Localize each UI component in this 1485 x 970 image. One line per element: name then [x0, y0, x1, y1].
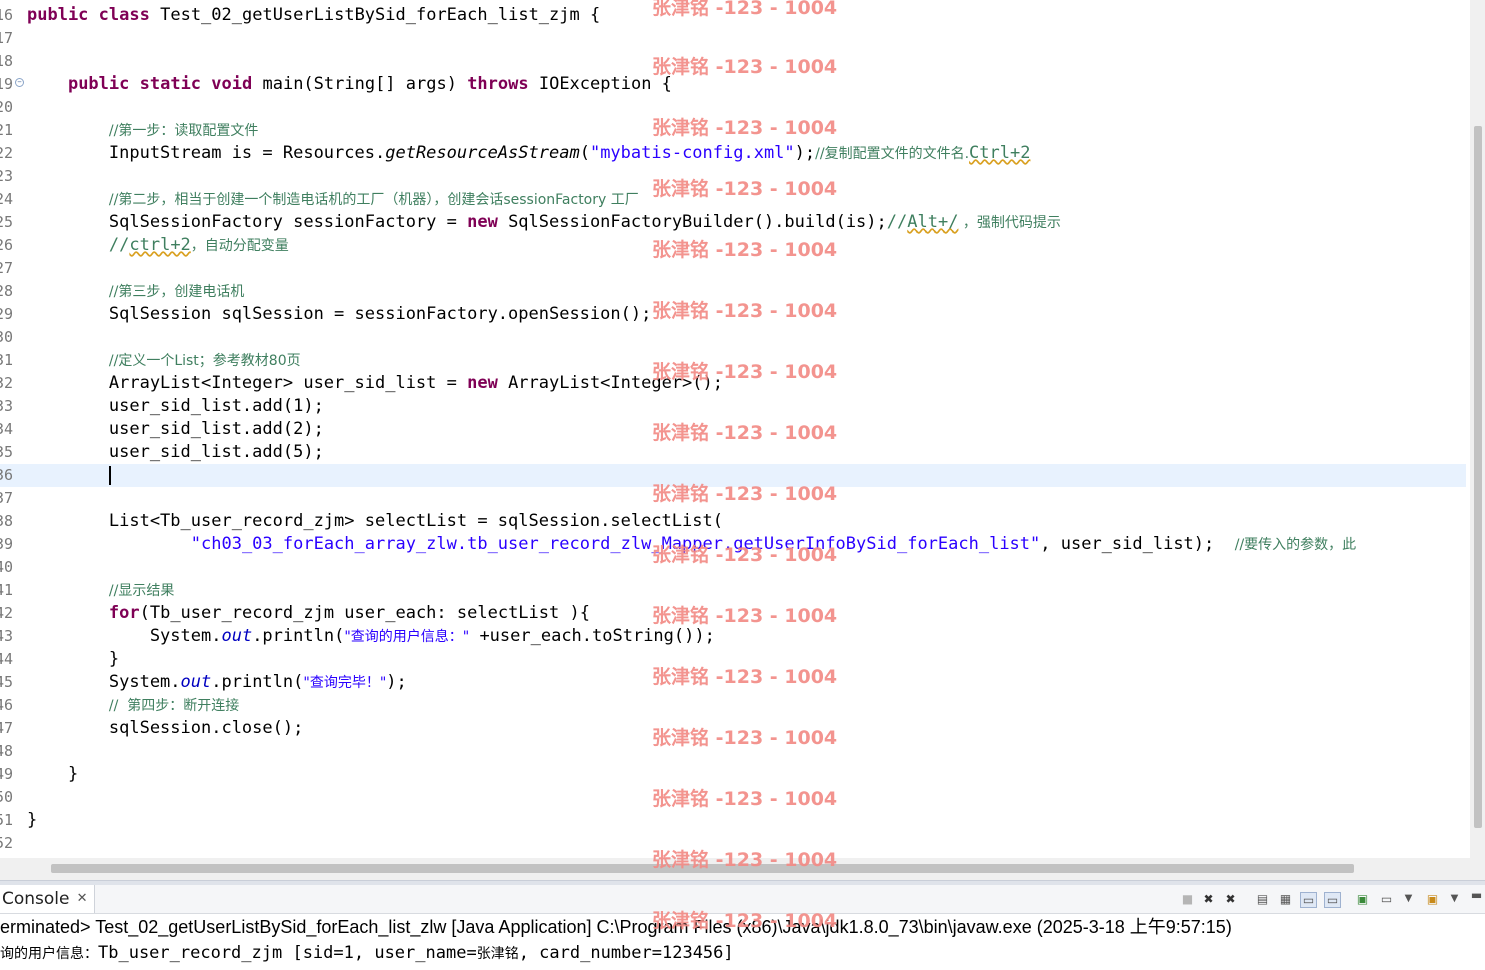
code-line: 47 sqlSession.close();: [0, 718, 304, 738]
code-line: 50: [0, 788, 13, 806]
code-line: 32 ArrayList<Integer> user_sid_list = ne…: [0, 373, 723, 393]
display-console-icon[interactable]: ▭: [1379, 892, 1394, 906]
code-line: 29 SqlSession sqlSession = sessionFactor…: [0, 304, 652, 324]
code-line: 27: [0, 259, 13, 277]
code-line: 49 }: [0, 764, 79, 784]
horizontal-scrollbar-thumb[interactable]: [51, 864, 1354, 873]
word-wrap-icon[interactable]: ▭: [1300, 892, 1317, 908]
code-line: 21 //第一步：读取配置文件: [0, 121, 259, 139]
console-tab-label: Console: [2, 889, 70, 909]
code-comment: // 第四步：断开连接: [108, 698, 240, 714]
code-line: 40: [0, 558, 13, 576]
string-literal: "查询完毕！": [303, 675, 387, 691]
code-line: 33 user_sid_list.add(1);: [0, 396, 324, 416]
code-editor[interactable]: 16 public class Test_02_getUserListBySid…: [0, 0, 1470, 858]
string-literal: "查询的用户信息：": [344, 629, 470, 645]
console-output-area[interactable]: erminated> Test_02_getUserListBySid_forE…: [0, 914, 1485, 970]
code-comment: //复制配置文件的文件名.: [815, 146, 970, 162]
pin-console-icon[interactable]: ▣: [1355, 892, 1370, 906]
code-line: 38 List<Tb_user_record_zjm> selectList =…: [0, 511, 723, 531]
code-line: 45 System.out.println("查询完毕！");: [0, 672, 407, 692]
code-line: 22 InputStream is = Resources.getResourc…: [0, 143, 1031, 163]
code-line: 34 user_sid_list.add(2);: [0, 419, 324, 439]
chevron-down-icon[interactable]: ▼: [1401, 892, 1416, 906]
string-literal: "ch03_03_forEach_array_zlw.tb_user_recor…: [190, 534, 1041, 554]
code-line: 26 //ctrl+2，自动分配变量: [0, 235, 289, 255]
code-line: 52: [0, 834, 13, 852]
close-icon[interactable]: ✕: [77, 885, 88, 913]
console-toolbar: Console ✕ ■ ✖ ✖ ▤ ▦ ▭ ▭ ▣ ▭ ▼ ▣ ▼ ▬: [0, 885, 1485, 914]
code-line: 30: [0, 328, 13, 346]
clear-console-icon[interactable]: ▤: [1255, 892, 1270, 906]
remove-launch-icon[interactable]: ✖: [1201, 892, 1216, 906]
text-caret: [108, 465, 111, 485]
class-name: Test_02_getUserListBySid_forEach_list_zj…: [160, 5, 580, 25]
terminate-icon[interactable]: ■: [1180, 892, 1195, 906]
code-line: 43 System.out.println("查询的用户信息：" +user_e…: [0, 626, 715, 646]
line-number: 16: [0, 6, 13, 24]
code-line: 51 }: [0, 810, 38, 830]
code-line: 48: [0, 742, 13, 760]
code-comment: //第二步，相当于创建一个制造电话机的工厂（机器），创建会话sessionFac…: [108, 192, 639, 208]
code-line: 37: [0, 489, 13, 507]
code-comment: //第一步：读取配置文件: [108, 123, 259, 139]
code-line: 18: [0, 52, 13, 70]
code-line: 24 //第二步，相当于创建一个制造电话机的工厂（机器），创建会话session…: [0, 190, 639, 208]
code-line: 35 user_sid_list.add(5);: [0, 442, 324, 462]
code-comment: //定义一个List；参考教材80页: [108, 353, 301, 369]
view-menu-icon[interactable]: ▼: [1447, 892, 1462, 906]
code-line: 31 //定义一个List；参考教材80页: [0, 351, 301, 369]
console-output-line: 询的用户信息：Tb_user_record_zjm [sid=1, user_n…: [0, 943, 734, 963]
code-line: 42 for(Tb_user_record_zjm user_each: sel…: [0, 603, 590, 623]
code-line: 46 // 第四步：断开连接: [0, 696, 240, 714]
string-literal: "mybatis-config.xml": [589, 143, 795, 163]
code-comment: //显示结果: [108, 583, 175, 599]
tab-console[interactable]: Console ✕: [0, 885, 95, 913]
code-line: 39 "ch03_03_forEach_array_zlw.tb_user_re…: [0, 534, 1357, 554]
code-line: 20: [0, 98, 13, 116]
code-comment: //要传入的参数，此: [1234, 537, 1357, 553]
vertical-scrollbar-thumb[interactable]: [1474, 126, 1482, 828]
current-line: 36: [0, 464, 1466, 487]
console-status-line: erminated> Test_02_getUserListBySid_forE…: [0, 917, 1232, 937]
code-line: 23: [0, 167, 13, 185]
code-line: 44 }: [0, 649, 120, 669]
show-on-output-icon[interactable]: ▭: [1324, 892, 1341, 908]
code-line: 19 − public static void main(String[] ar…: [0, 74, 672, 94]
code-line: 41 //显示结果: [0, 581, 175, 599]
code-line: 16 public class Test_02_getUserListBySid…: [0, 4, 1466, 27]
scroll-lock-icon[interactable]: ▦: [1278, 892, 1293, 906]
minimize-icon[interactable]: ▬: [1469, 888, 1484, 902]
code-line: 28 //第三步，创建电话机: [0, 282, 245, 300]
remove-all-icon[interactable]: ✖: [1223, 892, 1238, 906]
code-comment: //第三步，创建电话机: [108, 284, 245, 300]
open-console-icon[interactable]: ▣: [1425, 892, 1440, 906]
code-line: 25 SqlSessionFactory sessionFactory = ne…: [0, 212, 1061, 232]
code-line: 17: [0, 29, 13, 47]
fold-toggle-icon[interactable]: −: [15, 78, 24, 87]
